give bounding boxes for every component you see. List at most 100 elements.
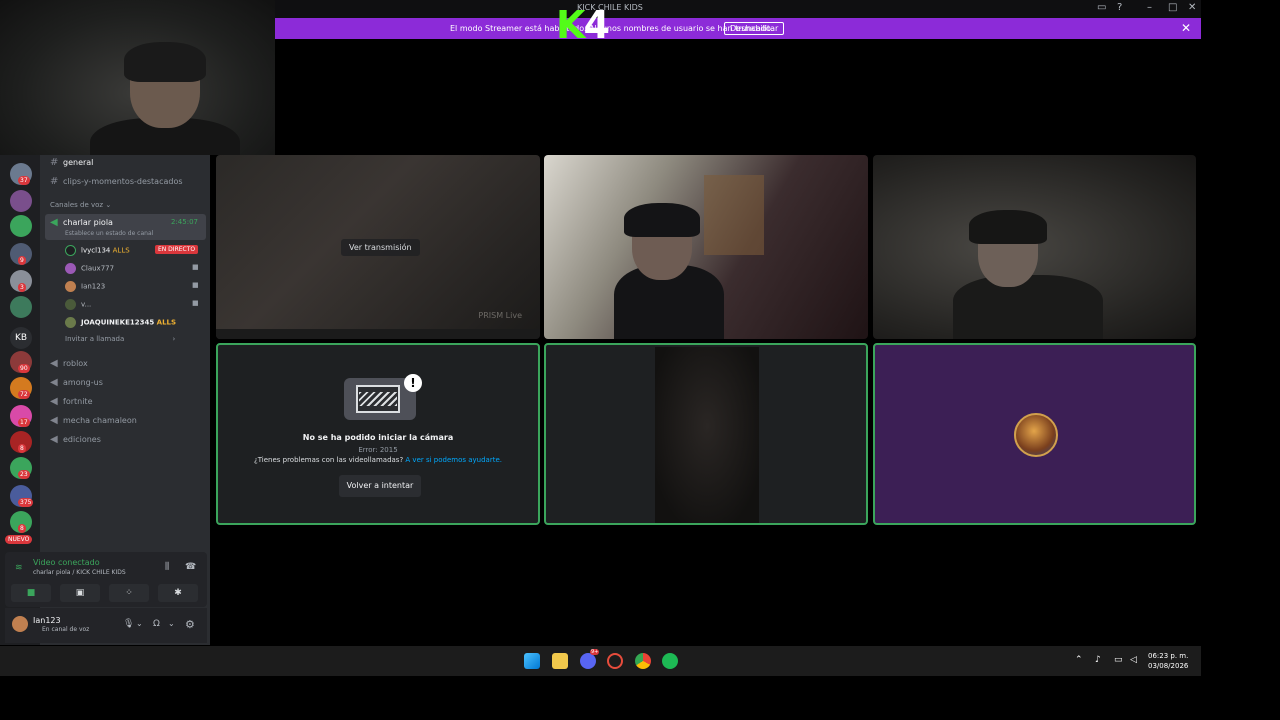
voice-category-header[interactable]: Canales de voz ⌄	[50, 201, 111, 209]
voice-member[interactable]: JOAQUINEKE12345 ALLS	[65, 317, 176, 328]
unread-badge: 72	[18, 390, 30, 399]
video-tile[interactable]	[544, 155, 868, 339]
spotify-icon[interactable]	[662, 653, 678, 669]
start-icon[interactable]	[524, 653, 540, 669]
camera-button[interactable]: ■	[11, 584, 51, 602]
noise-suppression-icon[interactable]: ⫼	[165, 562, 169, 572]
member-name: v...	[81, 300, 92, 309]
new-badge: NUEVO	[5, 535, 33, 544]
unread-badge: 8	[18, 444, 26, 453]
unread-badge: 17	[18, 418, 30, 427]
chevron-down-icon[interactable]: ⌄	[168, 619, 175, 628]
voice-channel-roblox[interactable]: ◀ roblox	[50, 358, 88, 369]
minimize-icon[interactable]: –	[1147, 2, 1152, 13]
k4-number: 4	[583, 3, 609, 47]
speaker-icon: ◀	[50, 358, 58, 369]
avatar	[65, 317, 76, 328]
disable-button[interactable]: Deshabilitar	[724, 22, 785, 35]
help-icon[interactable]: ?	[1117, 2, 1122, 13]
voice-member[interactable]: Claux777	[65, 263, 114, 274]
channel-name: charlar piola	[63, 218, 113, 227]
app-icon[interactable]	[607, 653, 623, 669]
voice-channel-among-us[interactable]: ◀ among-us	[50, 377, 103, 388]
call-timer: 2:45:07	[171, 218, 198, 226]
server-kb[interactable]: KB	[10, 327, 32, 349]
streamer-mode-banner: El modo Streamer está habilitado. Alguno…	[275, 18, 1201, 39]
voice-channel-fortnite[interactable]: ◀ fortnite	[50, 396, 93, 407]
dark-video-feed	[655, 347, 759, 523]
invite-to-call[interactable]: Invitar a llamada ›	[65, 335, 175, 343]
channel-name: clips-y-momentos-destacados	[63, 177, 183, 186]
voice-channel-mecha[interactable]: ◀ mecha chamaleon	[50, 415, 137, 426]
activities-button[interactable]: ⁘	[109, 584, 149, 602]
close-icon[interactable]: ✕	[1188, 2, 1196, 13]
error-help: ¿Tienes problemas con las videollamadas?…	[218, 456, 538, 464]
unread-badge: 37	[18, 176, 30, 185]
camera-error-illustration: !	[344, 374, 422, 420]
video-tile[interactable]	[873, 155, 1196, 339]
clock-date: 03/08/2026	[1148, 662, 1189, 670]
chevron-down-icon[interactable]: ⌄	[136, 619, 143, 628]
discord-badge: 9+	[590, 649, 600, 655]
static-graphic	[359, 392, 397, 406]
headphones-icon[interactable]: Ω	[153, 619, 160, 629]
soundboard-button[interactable]: ✱	[158, 584, 198, 602]
channel-general[interactable]: # general	[50, 157, 93, 168]
speaker-icon: ◀	[50, 377, 58, 388]
channel-name: mecha chamaleon	[63, 416, 137, 425]
retry-button[interactable]: Volver a intentar	[339, 475, 421, 497]
member-tag: ALLS	[112, 246, 130, 255]
windows-taskbar: 9+ ⌃ ♪ ▭ ◁ 06:23 p. m. 03/08/2026	[0, 646, 1201, 676]
system-clock[interactable]: 06:23 p. m. 03/08/2026	[1148, 651, 1188, 671]
channel-clips[interactable]: # clips-y-momentos-destacados	[50, 176, 183, 187]
voice-member[interactable]: v...	[65, 299, 91, 310]
channel-name: ediciones	[63, 435, 101, 444]
error-code: Error: 2015	[358, 446, 398, 454]
watch-stream-button[interactable]: Ver transmisión	[341, 239, 420, 256]
voice-member[interactable]: lvycl134 ALLS	[65, 245, 130, 256]
unread-badge: 90	[18, 364, 30, 373]
banner-close-icon[interactable]: ✕	[1181, 21, 1191, 35]
screen-share-button[interactable]: ▣	[60, 584, 100, 602]
maximize-icon[interactable]: □	[1168, 2, 1177, 13]
chevron-up-icon[interactable]: ⌃	[1075, 655, 1083, 665]
microphone-icon[interactable]: ♪	[1095, 655, 1101, 665]
channel-name: roblox	[63, 359, 88, 368]
member-name: lvycl134	[81, 246, 111, 255]
camera-icon: ■	[192, 281, 199, 289]
speaker-icon: ◀	[50, 415, 58, 426]
connection-location[interactable]: charlar piola / KICK CHILE KIDS	[33, 569, 126, 576]
inbox-icon[interactable]: ▭	[1097, 2, 1106, 13]
k4-letter: K	[556, 3, 585, 47]
avatar[interactable]	[12, 616, 28, 632]
hashtag-icon: #	[50, 157, 59, 168]
live-badge: EN DIRECTO	[155, 245, 199, 254]
microphone-icon[interactable]: 🎙	[123, 619, 134, 629]
avatar	[65, 299, 76, 310]
clock-time: 06:23 p. m.	[1148, 652, 1189, 660]
server-icon[interactable]	[10, 296, 32, 318]
connection-status: Video conectado	[33, 558, 100, 567]
voice-channel-ediciones[interactable]: ◀ ediciones	[50, 434, 101, 445]
gear-icon[interactable]: ⚙	[185, 618, 195, 631]
help-link[interactable]: A ver si podemos ayudarte.	[405, 456, 502, 464]
stream-tile[interactable]: Ver transmisión PRISM Live	[216, 155, 540, 339]
voice-member[interactable]: Ian123	[65, 281, 105, 292]
speaker-icon: ◀	[50, 434, 58, 445]
file-explorer-icon[interactable]	[552, 653, 568, 669]
avatar-tile[interactable]	[873, 343, 1196, 525]
voice-channel-charlar[interactable]: ◀ charlar piola	[50, 217, 113, 228]
server-icon[interactable]	[10, 190, 32, 212]
disconnect-icon[interactable]: ☎	[185, 562, 196, 572]
unread-badge: 23	[18, 470, 30, 479]
person-body	[953, 275, 1103, 339]
video-tile[interactable]	[544, 343, 868, 525]
server-icon-kick-chile-kids[interactable]	[10, 215, 32, 237]
chrome-icon[interactable]	[635, 653, 651, 669]
volume-icon[interactable]: ◁	[1130, 655, 1137, 665]
unread-badge: 8	[18, 524, 26, 533]
discord-icon[interactable]	[580, 653, 596, 669]
network-icon[interactable]: ▭	[1114, 655, 1123, 665]
unread-badge: 375	[18, 498, 34, 507]
shelf	[704, 175, 764, 255]
